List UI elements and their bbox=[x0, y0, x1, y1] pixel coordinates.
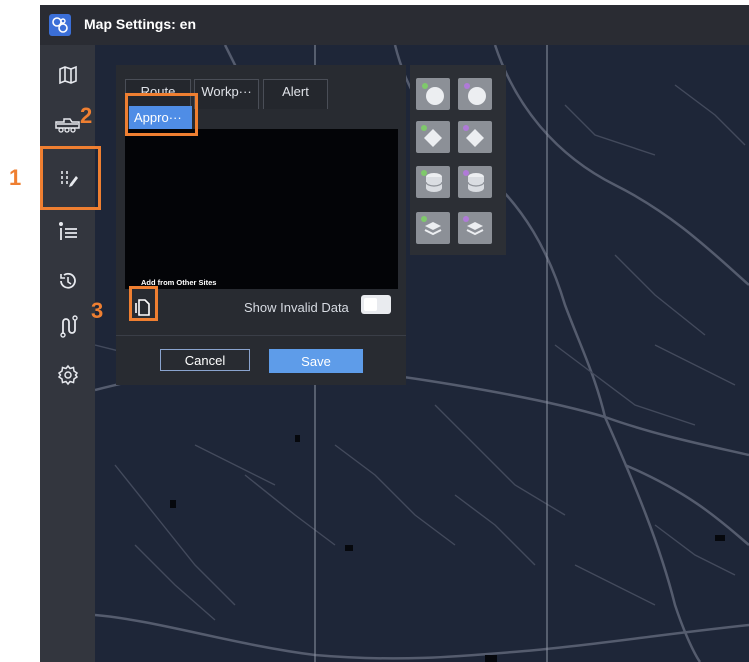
circle-layer-button-alt[interactable] bbox=[458, 78, 492, 110]
tab-alert[interactable]: Alert bbox=[263, 79, 328, 109]
sidebar-item-history[interactable] bbox=[40, 260, 95, 302]
diamond-layer-button[interactable] bbox=[416, 121, 450, 153]
cylinder-layer-icon bbox=[463, 170, 485, 192]
window-title: Map Settings: en bbox=[84, 16, 197, 32]
show-invalid-data-toggle[interactable] bbox=[361, 295, 391, 314]
app-logo-icon bbox=[49, 14, 71, 36]
highlight-step-2 bbox=[125, 93, 198, 136]
titlebar: Map Settings: en bbox=[40, 5, 749, 45]
highlight-step-1 bbox=[40, 146, 101, 210]
save-button[interactable]: Save bbox=[269, 349, 363, 373]
sidebar-item-settings[interactable] bbox=[40, 354, 95, 396]
map-icon bbox=[58, 65, 77, 85]
show-invalid-data-label: Show Invalid Data bbox=[244, 300, 349, 315]
tab-workplace[interactable]: Workp··· bbox=[194, 79, 259, 109]
highlight-step-3 bbox=[129, 286, 158, 321]
circle-layer-icon bbox=[422, 83, 444, 105]
cancel-button[interactable]: Cancel bbox=[160, 349, 250, 371]
truck-icon bbox=[54, 118, 80, 133]
diamond-layer-icon bbox=[463, 125, 484, 147]
history-icon bbox=[59, 272, 76, 289]
stack-layer-icon bbox=[421, 216, 442, 236]
list-icon bbox=[58, 222, 77, 240]
layer-icon-panel bbox=[410, 65, 506, 255]
cylinder-layer-button-alt[interactable] bbox=[458, 166, 492, 198]
step-1-label: 1 bbox=[9, 165, 22, 190]
cylinder-layer-icon bbox=[421, 170, 443, 192]
diamond-layer-button-alt[interactable] bbox=[458, 121, 492, 153]
route-icon bbox=[59, 315, 78, 338]
settings-icon bbox=[57, 364, 78, 386]
stack-layer-button[interactable] bbox=[416, 212, 450, 244]
sidebar bbox=[40, 45, 95, 662]
diamond-layer-icon bbox=[421, 125, 442, 147]
stack-layer-button-alt[interactable] bbox=[458, 212, 492, 244]
step-3-label: 3 bbox=[91, 298, 104, 323]
circle-layer-icon bbox=[464, 83, 486, 105]
toggle-knob bbox=[364, 298, 377, 311]
sidebar-item-map[interactable] bbox=[40, 54, 95, 96]
data-list[interactable] bbox=[125, 129, 398, 289]
stack-layer-icon bbox=[463, 216, 484, 236]
step-2-label: 2 bbox=[80, 103, 93, 128]
divider bbox=[116, 335, 406, 336]
cylinder-layer-button[interactable] bbox=[416, 166, 450, 198]
sidebar-item-routes[interactable] bbox=[40, 305, 95, 347]
circle-layer-button[interactable] bbox=[416, 78, 450, 110]
sidebar-item-list[interactable] bbox=[40, 210, 95, 252]
